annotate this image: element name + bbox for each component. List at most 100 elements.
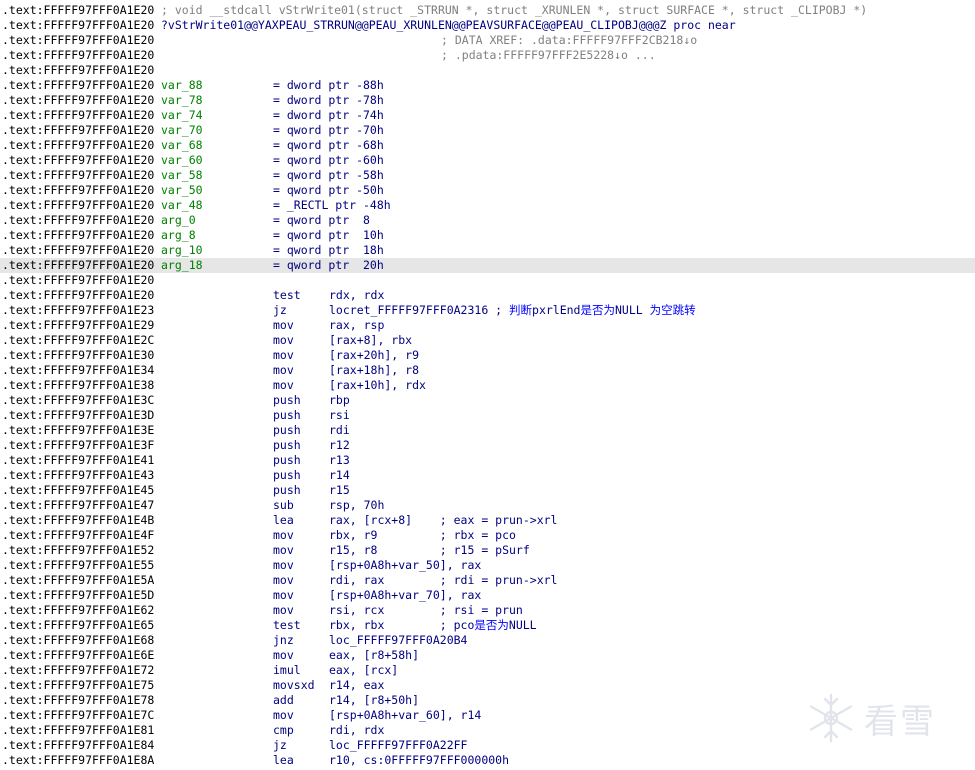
- instruction-operands: rdx, rdx: [329, 288, 385, 302]
- code-line[interactable]: .text:FFFFF97FFF0A1E38 mov [rax+10h], rdx: [0, 378, 975, 393]
- line-address: .text:FFFFF97FFF0A1E2C: [2, 333, 155, 347]
- line-address: .text:FFFFF97FFF0A1E20: [2, 258, 155, 272]
- code-line[interactable]: .text:FFFFF97FFF0A1E20 arg_8 = qword ptr 1…: [0, 228, 975, 243]
- line-address: .text:FFFFF97FFF0A1E3E: [2, 423, 155, 437]
- code-line[interactable]: .text:FFFFF97FFF0A1E62 mov rsi, rcx ; rsi …: [0, 603, 975, 618]
- code-line[interactable]: .text:FFFFF97FFF0A1E5A mov rdi, rax ; rdi …: [0, 573, 975, 588]
- instruction-operands: r14, [r8+50h]: [329, 693, 420, 707]
- stack-var-label: arg_10: [161, 243, 203, 257]
- code-line[interactable]: .text:FFFFF97FFF0A1E20 var_78 = dword ptr …: [0, 93, 975, 108]
- instruction-mnemonic: imul: [273, 663, 301, 677]
- line-address: .text:FFFFF97FFF0A1E30: [2, 348, 155, 362]
- code-line[interactable]: .text:FFFFF97FFF0A1E4B lea rax, [rcx+8] ; …: [0, 513, 975, 528]
- code-line[interactable]: .text:FFFFF97FFF0A1E45 push r15: [0, 483, 975, 498]
- instruction-mnemonic: push: [273, 408, 301, 422]
- code-line[interactable]: .text:FFFFF97FFF0A1E20: [0, 273, 975, 288]
- code-line[interactable]: .text:FFFFF97FFF0A1E30 mov [rax+20h], r9: [0, 348, 975, 363]
- line-address: .text:FFFFF97FFF0A1E20: [2, 3, 155, 17]
- line-comment: ; DATA XREF: .data:FFFFF97FFF2CB218↓o: [441, 33, 698, 47]
- stack-var-definition: = qword ptr 18h: [273, 243, 384, 257]
- line-address: .text:FFFFF97FFF0A1E68: [2, 633, 155, 647]
- code-line[interactable]: .text:FFFFF97FFF0A1E3E push rdi: [0, 423, 975, 438]
- code-line[interactable]: .text:FFFFF97FFF0A1E3F push r12: [0, 438, 975, 453]
- code-line[interactable]: .text:FFFFF97FFF0A1E65 test rbx, rbx ; pco…: [0, 618, 975, 633]
- code-line[interactable]: .text:FFFFF97FFF0A1E3D push rsi: [0, 408, 975, 423]
- instruction-mnemonic: push: [273, 468, 301, 482]
- instruction-mnemonic: add: [273, 693, 294, 707]
- line-header-text: ?vStrWrite01@@YAXPEAU_STRRUN@@PEAU_XRUNL…: [161, 18, 736, 32]
- code-line[interactable]: .text:FFFFF97FFF0A1E5D mov [rsp+0A8h+var_7…: [0, 588, 975, 603]
- instruction-mnemonic: mov: [273, 333, 294, 347]
- stack-var-definition: = qword ptr -58h: [273, 168, 384, 182]
- code-line[interactable]: .text:FFFFF97FFF0A1E55 mov [rsp+0A8h+var_5…: [0, 558, 975, 573]
- code-line[interactable]: .text:FFFFF97FFF0A1E20 var_60 = qword ptr …: [0, 153, 975, 168]
- instruction-mnemonic: lea: [273, 753, 294, 767]
- instruction-operands: rax, rsp: [329, 318, 385, 332]
- code-line[interactable]: .text:FFFFF97FFF0A1E8A lea r10, cs:0FFFFF9…: [0, 753, 975, 768]
- line-address: .text:FFFFF97FFF0A1E20: [2, 33, 155, 47]
- line-address: .text:FFFFF97FFF0A1E20: [2, 78, 155, 92]
- stack-var-label: var_74: [161, 108, 203, 122]
- instruction-operands: r15, r8 ; r15 = pSurf: [329, 543, 530, 557]
- code-line[interactable]: .text:FFFFF97FFF0A1E41 push r13: [0, 453, 975, 468]
- stack-var-label: var_58: [161, 168, 203, 182]
- code-line[interactable]: .text:FFFFF97FFF0A1E20 arg_10 = qword ptr …: [0, 243, 975, 258]
- instruction-operands: rbp: [329, 393, 350, 407]
- code-line[interactable]: .text:FFFFF97FFF0A1E52 mov r15, r8 ; r15 =…: [0, 543, 975, 558]
- code-line[interactable]: .text:FFFFF97FFF0A1E72 imul eax, [rcx]: [0, 663, 975, 678]
- code-line[interactable]: .text:FFFFF97FFF0A1E2C mov [rax+8], rbx: [0, 333, 975, 348]
- code-line[interactable]: .text:FFFFF97FFF0A1E4F mov rbx, r9 ; rbx =…: [0, 528, 975, 543]
- instruction-mnemonic: push: [273, 393, 301, 407]
- code-line[interactable]: .text:FFFFF97FFF0A1E43 push r14: [0, 468, 975, 483]
- line-address: .text:FFFFF97FFF0A1E75: [2, 678, 155, 692]
- instruction-operands: [rax+20h], r9: [329, 348, 420, 362]
- stack-var-definition: = dword ptr -78h: [273, 93, 384, 107]
- instruction-mnemonic: mov: [273, 318, 294, 332]
- line-header-text: ; void __stdcall vStrWrite01(struct _STR…: [161, 3, 868, 17]
- code-line[interactable]: .text:FFFFF97FFF0A1E20 ; .pdata:FFFFF97FF…: [0, 48, 975, 63]
- code-line[interactable]: .text:FFFFF97FFF0A1E20 var_70 = qword ptr …: [0, 123, 975, 138]
- instruction-operands: [rax+10h], rdx: [329, 378, 426, 392]
- line-address: .text:FFFFF97FFF0A1E20: [2, 18, 155, 32]
- line-address: .text:FFFFF97FFF0A1E20: [2, 168, 155, 182]
- code-line[interactable]: .text:FFFFF97FFF0A1E68 jnz loc_FFFFF97FFF0…: [0, 633, 975, 648]
- code-line[interactable]: .text:FFFFF97FFF0A1E20 var_58 = qword ptr …: [0, 168, 975, 183]
- stack-var-definition: = qword ptr -68h: [273, 138, 384, 152]
- code-line[interactable]: .text:FFFFF97FFF0A1E47 sub rsp, 70h: [0, 498, 975, 513]
- code-line[interactable]: .text:FFFFF97FFF0A1E20 arg_0 = qword ptr 8: [0, 213, 975, 228]
- code-line[interactable]: .text:FFFFF97FFF0A1E3C push rbp: [0, 393, 975, 408]
- line-address: .text:FFFFF97FFF0A1E20: [2, 153, 155, 167]
- code-line[interactable]: .text:FFFFF97FFF0A1E29 mov rax, rsp: [0, 318, 975, 333]
- code-line[interactable]: .text:FFFFF97FFF0A1E6E mov eax, [r8+58h]: [0, 648, 975, 663]
- code-line[interactable]: .text:FFFFF97FFF0A1E20 var_50 = qword ptr …: [0, 183, 975, 198]
- line-address: .text:FFFFF97FFF0A1E38: [2, 378, 155, 392]
- code-line[interactable]: .text:FFFFF97FFF0A1E20: [0, 63, 975, 78]
- disassembly-listing[interactable]: .text:FFFFF97FFF0A1E20 ; void __stdcall v…: [0, 3, 975, 768]
- line-address: .text:FFFFF97FFF0A1E81: [2, 723, 155, 737]
- instruction-mnemonic: mov: [273, 528, 294, 542]
- instruction-operands: r12: [329, 438, 350, 452]
- code-line[interactable]: .text:FFFFF97FFF0A1E20 var_88 = dword ptr …: [0, 78, 975, 93]
- code-line[interactable]: .text:FFFFF97FFF0A1E34 mov [rax+18h], r8: [0, 363, 975, 378]
- code-line[interactable]: .text:FFFFF97FFF0A1E20 var_74 = dword ptr …: [0, 108, 975, 123]
- line-address: .text:FFFFF97FFF0A1E47: [2, 498, 155, 512]
- code-line[interactable]: .text:FFFFF97FFF0A1E20 var_48 = _RECTL ptr…: [0, 198, 975, 213]
- code-line[interactable]: .text:FFFFF97FFF0A1E23 jz locret_FFFFF97FF…: [0, 303, 975, 318]
- code-line[interactable]: .text:FFFFF97FFF0A1E20 ; DATA XREF: .data…: [0, 33, 975, 48]
- instruction-operands: rsi: [329, 408, 350, 422]
- code-line[interactable]: .text:FFFFF97FFF0A1E20 arg_18 = qword ptr …: [0, 258, 975, 273]
- code-line[interactable]: .text:FFFFF97FFF0A1E20 ; void __stdcall v…: [0, 3, 975, 18]
- instruction-operands: [rsp+0A8h+var_70], rax: [329, 588, 482, 602]
- instruction-mnemonic: test: [273, 618, 301, 632]
- line-address: .text:FFFFF97FFF0A1E65: [2, 618, 155, 632]
- line-address: .text:FFFFF97FFF0A1E20: [2, 48, 155, 62]
- code-line[interactable]: .text:FFFFF97FFF0A1E20 ?vStrWrite01@@YAXP…: [0, 18, 975, 33]
- instruction-mnemonic: mov: [273, 603, 294, 617]
- line-address: .text:FFFFF97FFF0A1E20: [2, 108, 155, 122]
- line-address: .text:FFFFF97FFF0A1E20: [2, 273, 155, 287]
- code-line[interactable]: .text:FFFFF97FFF0A1E20 test rdx, rdx: [0, 288, 975, 303]
- code-line[interactable]: .text:FFFFF97FFF0A1E20 var_68 = qword ptr …: [0, 138, 975, 153]
- instruction-operands: rbx, rbx ; pco是否为NULL: [329, 618, 537, 632]
- instruction-mnemonic: jnz: [273, 633, 294, 647]
- instruction-operands: r14, eax: [329, 678, 385, 692]
